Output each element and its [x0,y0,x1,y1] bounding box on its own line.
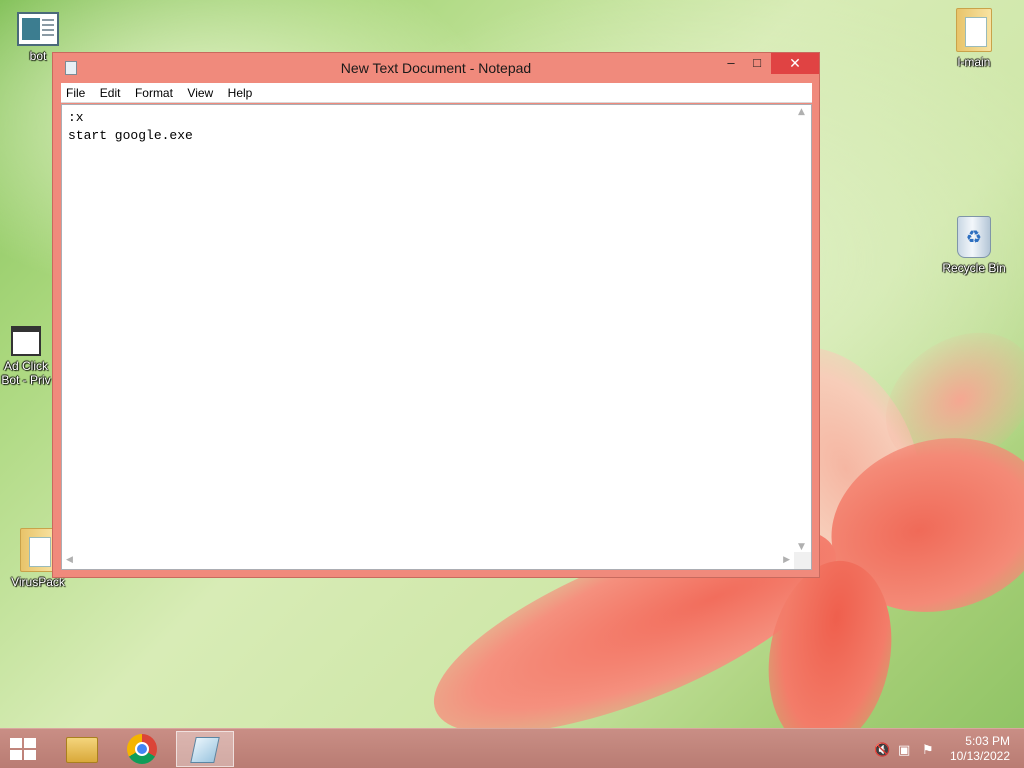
recycle-bin-icon [957,216,991,258]
text-editor[interactable]: :x start google.exe ▲ ▼ ◀ ▶ [61,104,812,570]
close-button[interactable]: ✕ [771,53,819,74]
document-icon [17,12,59,46]
file-explorer-icon [66,737,98,763]
clock-time: 5:03 PM [965,734,1010,748]
window-title: New Text Document - Notepad [340,60,532,76]
menu-bar: File Edit Format View Help [61,83,812,103]
scroll-up-icon[interactable]: ▲ [798,107,805,117]
scroll-left-icon[interactable]: ◀ [66,555,73,565]
desktop-icon-l-main[interactable]: l-main [936,8,1012,69]
resize-grip[interactable] [794,552,811,569]
folder-icon [20,528,56,572]
action-center-flag-icon[interactable]: ⚑ [922,742,934,758]
editor-content[interactable]: :x start google.exe [62,105,811,145]
notepad-window[interactable]: New Text Document - Notepad – □ ✕ File E… [52,52,820,578]
scroll-down-icon[interactable]: ▼ [798,542,805,552]
title-bar[interactable]: New Text Document - Notepad – □ ✕ [53,53,819,81]
clock-date: 10/13/2022 [949,749,1010,763]
desktop-icon-ad-click-bot[interactable]: Ad Click Bot - Priv [0,326,56,387]
taskbar-file-explorer[interactable] [52,731,110,767]
menu-edit[interactable]: Edit [95,83,126,100]
window-icon [11,326,41,356]
desktop-icon-label: Recycle Bin [942,261,1006,275]
network-icon[interactable]: ▣ [898,742,910,758]
desktop-icon-label: l-main [957,55,991,69]
menu-format[interactable]: Format [130,83,178,100]
taskbar: 🔇 ▣ ⚑ 5:03 PM 10/13/2022 [0,728,1024,768]
minimize-button[interactable]: – [717,53,745,74]
start-button[interactable] [10,738,38,760]
volume-muted-icon[interactable]: 🔇 [874,742,890,758]
maximize-button[interactable]: □ [743,53,771,74]
desktop-icon-label: Ad Click Bot - Priv [1,359,51,387]
horizontal-scrollbar[interactable]: ◀ ▶ [62,552,794,569]
taskbar-notepad[interactable] [176,731,234,767]
menu-view[interactable]: View [182,83,218,100]
vertical-scrollbar[interactable]: ▲ ▼ [794,105,811,554]
menu-help[interactable]: Help [223,83,258,100]
menu-file[interactable]: File [61,83,90,100]
desktop-icon-recycle-bin[interactable]: Recycle Bin [936,216,1012,275]
scroll-right-icon[interactable]: ▶ [783,555,790,565]
taskbar-chrome[interactable] [114,731,172,767]
chrome-icon [127,734,157,764]
clock[interactable]: 5:03 PM 10/13/2022 [950,734,1010,764]
notepad-icon [190,737,220,763]
folder-icon [956,8,992,52]
